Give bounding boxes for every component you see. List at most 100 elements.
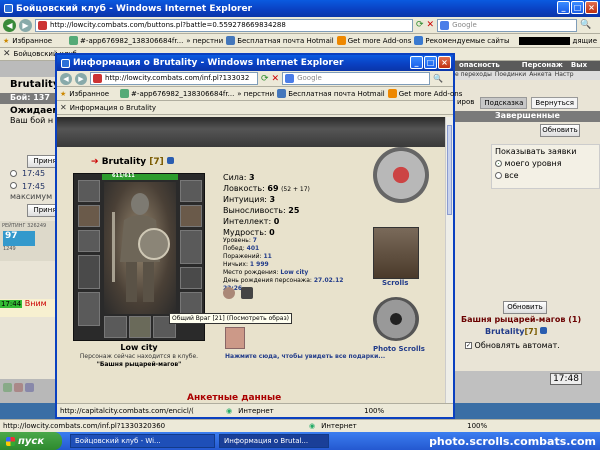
close-button[interactable]: × — [438, 56, 451, 69]
outer-search-input[interactable]: Google — [437, 18, 578, 32]
forward-icon[interactable]: ▶ — [19, 18, 32, 32]
maximize-button[interactable]: □ — [424, 56, 437, 69]
equip-slot[interactable] — [180, 205, 202, 227]
tower-player[interactable]: Brutality[7] — [485, 327, 548, 336]
option-my-level[interactable]: моего уровня — [495, 159, 596, 168]
back-icon[interactable]: ◀ — [60, 72, 72, 85]
equip-slot[interactable] — [104, 316, 127, 338]
inner-scrollbar[interactable] — [445, 117, 453, 403]
refresh-button-2[interactable]: Обновить — [503, 301, 547, 314]
stop-icon[interactable]: ✕ — [272, 74, 280, 84]
profile-content: ➔ Brutality [7] 611/611 Low city Персона… — [57, 117, 445, 403]
camera-icon[interactable] — [373, 297, 419, 341]
maximize-button[interactable]: □ — [571, 1, 584, 14]
equip-slot[interactable] — [180, 230, 202, 264]
equip-slot[interactable] — [78, 205, 100, 227]
favorites-label[interactable]: Избранное — [12, 37, 52, 45]
fav-item[interactable]: » перстни — [186, 37, 223, 45]
max-label: максимум — [10, 192, 53, 201]
gift-image[interactable] — [225, 327, 245, 349]
scrolls-label[interactable]: Scrolls — [382, 279, 408, 287]
submenu-item[interactable]: Настр — [555, 71, 574, 80]
fav-item[interactable]: Бесплатная почта Hotmail — [226, 36, 334, 45]
refresh-icon[interactable]: ⟳ — [416, 20, 424, 30]
stop-icon[interactable]: ✕ — [427, 20, 435, 30]
back-icon[interactable]: ◀ — [3, 18, 16, 32]
start-button[interactable]: пуск — [0, 432, 62, 450]
equip-slot[interactable] — [180, 180, 202, 202]
completed-header[interactable]: Завершенные — [455, 111, 600, 122]
taskbar-item[interactable]: Бойцовский клуб - Wi... — [70, 434, 215, 448]
menu-item[interactable]: опасность — [455, 61, 504, 71]
fav-item[interactable]: Бесплатная почта Hotmail — [277, 89, 385, 98]
chat-time[interactable]: 17:44 — [0, 300, 23, 308]
taskbar-item[interactable]: Информация о Brutal... — [219, 434, 329, 448]
outer-address-input[interactable]: http://lowcity.combats.com/buttons.pl?ba… — [35, 18, 413, 32]
fav-item[interactable]: Рекомендуемые сайты — [414, 36, 510, 45]
tab-close-icon[interactable]: ✕ — [3, 49, 11, 59]
scrolls-book-icon[interactable] — [373, 227, 419, 279]
refresh-button[interactable]: Обновить — [540, 124, 580, 137]
radio[interactable] — [10, 169, 17, 177]
radio-row-1[interactable] — [10, 169, 17, 177]
tab-hint[interactable]: Подсказка — [480, 97, 528, 109]
award-icon[interactable] — [223, 287, 235, 299]
equip-slot[interactable] — [78, 255, 100, 289]
minimize-button[interactable]: _ — [557, 1, 570, 14]
outer-status-zoom[interactable]: 100% — [467, 422, 487, 430]
radio-selected[interactable] — [495, 160, 502, 167]
settings-icon[interactable] — [25, 383, 34, 392]
minimize-button[interactable]: _ — [410, 56, 423, 69]
close-button[interactable]: × — [585, 1, 598, 14]
equip-slot[interactable] — [78, 230, 100, 252]
tab-return[interactable]: Вернуться — [531, 97, 578, 109]
photo-scrolls-label[interactable]: Photo Scrolls — [373, 345, 425, 353]
menu-item[interactable]: Вых — [567, 61, 591, 71]
auto-refresh-row[interactable]: ✓ Обновлять автомат. — [465, 341, 560, 350]
option-all[interactable]: все — [495, 171, 596, 180]
star-icon[interactable]: ★ — [60, 90, 66, 98]
search-icon[interactable]: 🔍 — [580, 20, 591, 30]
tab[interactable]: иров — [455, 97, 476, 109]
anketa-heading: Анкетные данные — [187, 393, 282, 403]
radio[interactable] — [495, 172, 502, 179]
favorites-label[interactable]: Избранное — [69, 90, 109, 98]
checkbox[interactable]: ✓ — [465, 342, 472, 349]
equip-slot[interactable] — [78, 180, 100, 202]
inner-address-input[interactable]: http://lowcity.combats.com/inf.pl?133032 — [90, 72, 258, 85]
chat-icon[interactable] — [3, 383, 12, 392]
equip-slot[interactable] — [78, 292, 100, 326]
equip-slot[interactable] — [180, 267, 202, 289]
smile-icon[interactable] — [14, 383, 23, 392]
submenu-item[interactable]: Анкета — [529, 71, 552, 80]
fav-item[interactable]: » перстни — [237, 90, 274, 98]
info-icon[interactable] — [540, 327, 548, 334]
ie-icon — [61, 58, 70, 68]
submenu-item[interactable]: Поединки — [495, 71, 526, 80]
equip-slot[interactable] — [128, 316, 152, 338]
character-image[interactable] — [104, 182, 176, 314]
gifts-link[interactable]: Нажмите сюда, чтобы увидеть все подарки.… — [225, 353, 385, 360]
search-icon[interactable]: 🔍 — [433, 74, 443, 83]
star-icon[interactable]: ★ — [3, 37, 9, 45]
info-icon[interactable] — [166, 157, 174, 164]
fav-item[interactable]: #-app676982_138306684fr... — [69, 36, 183, 45]
forward-icon[interactable]: ▶ — [75, 72, 87, 85]
radio-row-2[interactable] — [10, 181, 17, 189]
radio[interactable] — [10, 181, 17, 189]
inner-tab[interactable]: Информация о Brutality — [70, 104, 156, 112]
tab-close-icon[interactable]: ✕ — [60, 103, 67, 112]
fav-item[interactable]: #-app676982_138306684fr... — [120, 89, 234, 98]
refresh-icon[interactable]: ⟳ — [261, 74, 269, 84]
menu-item[interactable]: Персонаж — [518, 61, 567, 71]
inner-status-zoom[interactable]: 100% — [364, 407, 384, 415]
submenu-item[interactable]: е переходы — [455, 71, 492, 80]
left-char-name[interactable]: Brutality — [0, 77, 62, 90]
fav-item[interactable]: дящие — [573, 37, 598, 45]
tower-player-name[interactable]: Brutality — [485, 327, 524, 336]
enemy-icon[interactable] — [241, 287, 253, 299]
fav-item[interactable]: Get more Add-ons — [387, 89, 462, 98]
scroll-thumb[interactable] — [447, 125, 452, 215]
inner-search-input[interactable]: Google — [282, 72, 431, 85]
fav-item[interactable]: Get more Add-ons — [336, 36, 411, 45]
